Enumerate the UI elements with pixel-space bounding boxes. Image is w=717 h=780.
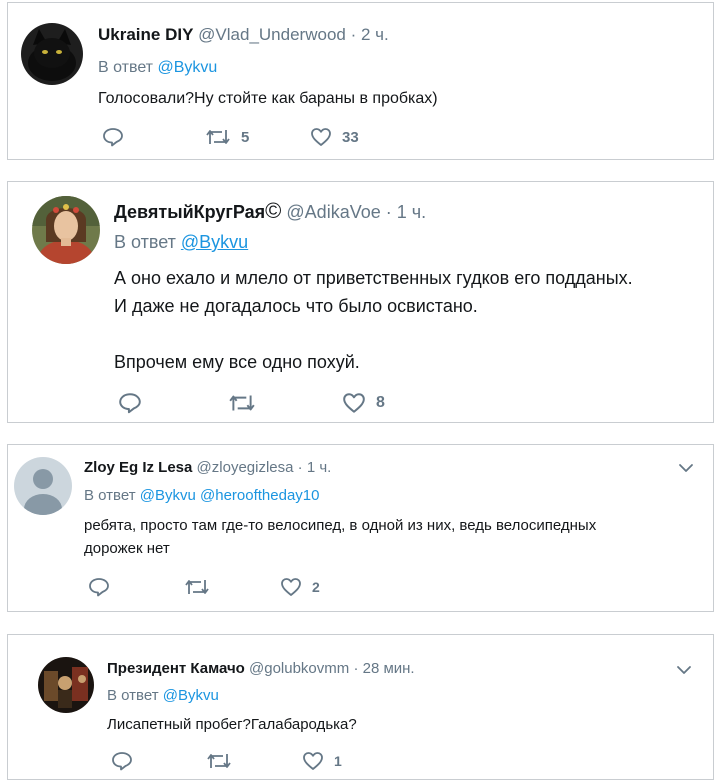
text-line: дорожек нет [84,540,170,557]
like-button[interactable]: 8 [342,392,385,414]
reply-prefix: В ответ [107,687,159,704]
display-name[interactable]: Президент Камачо [107,660,245,677]
retweet-button[interactable] [184,577,210,597]
user-handle[interactable]: @golubkovmm [249,660,349,677]
text-line-blank [114,320,704,348]
reply-icon [89,578,109,597]
tweet-card[interactable]: Ukraine DIY @Vlad_Underwood · 2 ч. В отв… [7,2,714,160]
tweet-text: Лисапетный пробег?Галабародька? [107,716,357,733]
timestamp[interactable]: 1 ч. [397,202,426,222]
retweet-icon [206,130,230,144]
more-options-button[interactable] [676,663,692,681]
reply-prefix: В ответ [114,232,176,252]
reply-context: В ответ @Bykvu [107,687,219,704]
separator-dot: · [353,660,359,677]
chevron-down-icon [679,464,693,472]
avatar[interactable] [14,457,72,515]
mention-link[interactable]: @Bykvu [163,687,219,704]
reply-context: В ответ @Bykvu @herooftheday10 [84,487,319,504]
retweet-icon [185,580,209,594]
user-handle[interactable]: @zloyegizlesa [197,459,294,476]
mention-link[interactable]: @Bykvu [140,487,196,504]
heart-icon [281,578,301,596]
tweet-card[interactable]: ДевятыйКругРая© @AdikaVoe · 1 ч. В ответ… [7,181,714,423]
user-handle[interactable]: @Vlad_Underwood [198,25,346,44]
reply-context: В ответ @Bykvu [114,232,248,253]
like-count: 8 [376,394,385,411]
timestamp[interactable]: 2 ч. [361,25,389,44]
display-name[interactable]: Ukraine DIY [98,25,193,44]
default-avatar-icon [14,457,72,515]
like-count: 1 [334,753,342,769]
tweet-text: Голосовали?Ну стойте как бараны в пробка… [98,90,438,107]
heart-icon [303,752,323,770]
cat-avatar-icon [21,23,83,85]
text-line: Впрочем ему все одно похуй. [114,352,360,372]
reply-prefix: В ответ [84,487,136,504]
like-button[interactable]: 2 [280,577,320,597]
text-line: И даже не догадалось что было освистано. [114,296,478,316]
tweet-text: ребята, просто там где-то велосипед, в о… [84,514,699,560]
timestamp[interactable]: 28 мин. [363,660,415,677]
reply-context: В ответ @Bykvu [98,59,217,77]
chevron-down-icon [677,666,691,674]
photo-avatar-icon [38,657,94,713]
text-line: ребята, просто там где-то велосипед, в о… [84,517,597,534]
reply-icon [103,128,123,147]
retweet-button[interactable] [228,392,256,414]
retweet-count: 5 [241,128,250,146]
like-count: 33 [342,128,359,146]
display-name[interactable]: ДевятыйКругРая [114,202,265,222]
reply-button[interactable] [88,577,110,597]
reply-icon [112,752,132,771]
heart-icon [343,393,365,413]
separator-dot: · [297,459,303,476]
separator-dot: · [385,202,392,222]
like-button[interactable]: 1 [302,751,342,771]
reply-button[interactable] [102,127,124,147]
retweet-button[interactable] [206,751,232,771]
reply-icon [119,393,141,414]
reply-button[interactable] [118,392,142,414]
like-count: 2 [312,579,320,595]
user-handle[interactable]: @AdikaVoe [286,202,380,222]
retweet-icon [229,395,255,411]
copyright-symbol: © [265,198,282,223]
separator-dot: · [350,25,357,44]
timestamp[interactable]: 1 ч. [307,459,332,476]
reply-button[interactable] [111,751,133,771]
heart-icon [311,128,331,146]
avatar[interactable] [32,196,100,264]
retweet-icon [207,754,231,768]
display-name[interactable]: Zloy Eg Iz Lesa [84,459,192,476]
more-options-button[interactable] [678,461,694,479]
tweet-card[interactable]: Президент Камачо @golubkovmm · 28 мин. В… [7,634,714,780]
retweet-button[interactable]: 5 [205,127,249,147]
like-button[interactable]: 33 [310,127,359,147]
avatar[interactable] [38,657,94,713]
portrait-avatar-icon [32,196,100,264]
tweet-text: А оно ехало и млело от приветственных гу… [114,264,704,376]
mention-link[interactable]: @Bykvu [157,59,217,76]
text-line: А оно ехало и млело от приветственных гу… [114,268,633,288]
mention-link[interactable]: @herooftheday10 [200,487,319,504]
tweet-card[interactable]: Zloy Eg Iz Lesa @zloyegizlesa · 1 ч. В о… [7,444,714,612]
mention-link[interactable]: @Bykvu [181,232,248,252]
reply-prefix: В ответ [98,59,154,76]
avatar[interactable] [21,23,83,85]
